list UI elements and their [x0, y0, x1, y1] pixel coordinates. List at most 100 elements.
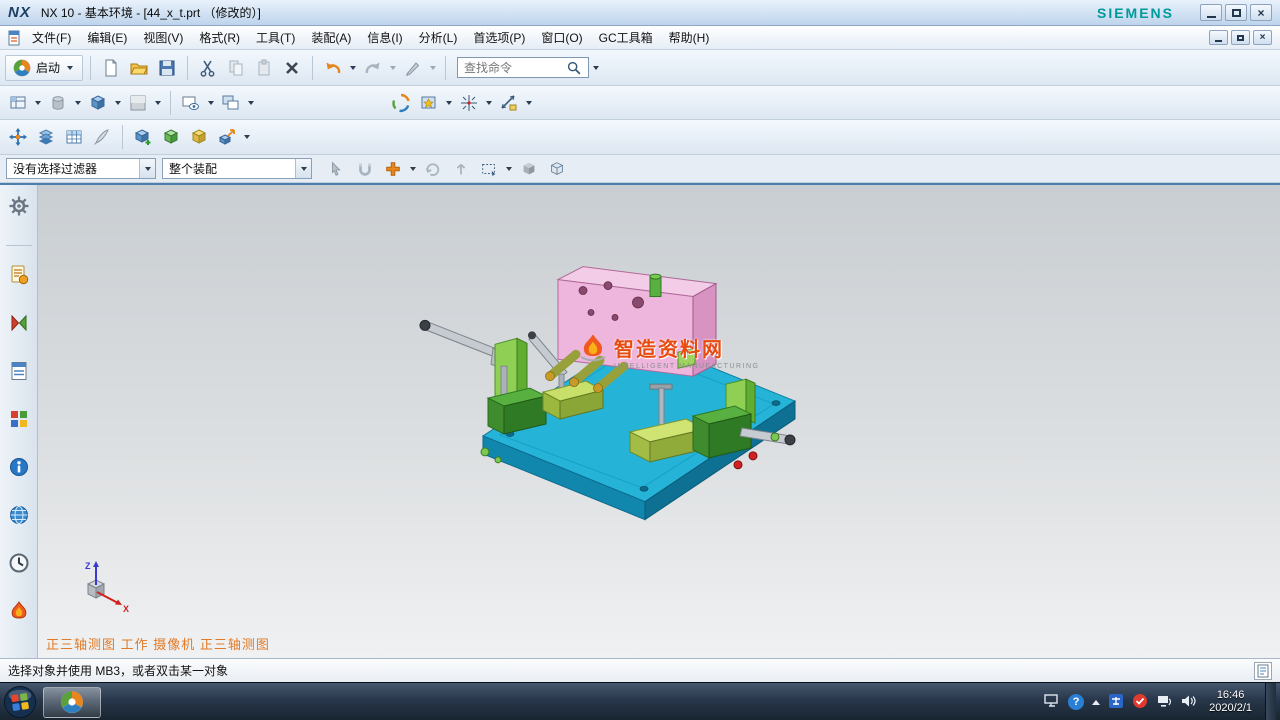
mirror-assembly-icon[interactable] — [186, 124, 212, 150]
window-layout-caret-icon[interactable] — [248, 101, 254, 105]
rectangle-select-caret-icon[interactable] — [506, 167, 512, 171]
maximize-button[interactable] — [1225, 4, 1247, 21]
rendering-style-caret-icon[interactable] — [75, 101, 81, 105]
background-caret-icon[interactable] — [155, 101, 161, 105]
fit-view-caret-icon[interactable] — [446, 101, 452, 105]
close-button[interactable]: × — [1250, 4, 1272, 21]
undo-caret-icon[interactable] — [350, 66, 356, 70]
search-caret-icon[interactable] — [593, 66, 599, 70]
measure-icon[interactable] — [496, 90, 522, 116]
new-file-icon[interactable] — [98, 55, 124, 81]
menu-edit[interactable]: 编辑(E) — [79, 26, 135, 49]
paste-icon[interactable] — [251, 55, 277, 81]
new-component-icon[interactable] — [158, 124, 184, 150]
show-wireframe-icon[interactable] — [544, 156, 570, 182]
select-scope-icon[interactable] — [324, 156, 350, 182]
tray-volume-icon[interactable] — [1180, 694, 1196, 711]
show-shaded-icon[interactable] — [516, 156, 542, 182]
reuse-library-icon[interactable] — [6, 406, 32, 432]
redo-caret-icon[interactable] — [390, 66, 396, 70]
highlight-add-caret-icon[interactable] — [410, 167, 416, 171]
graphics-window[interactable]: 智造资料网 INTELLIGENT MANUFACTURING Z X 正三轴测… — [38, 185, 1280, 658]
menu-information[interactable]: 信息(I) — [359, 26, 410, 49]
repeat-command-icon[interactable] — [400, 55, 426, 81]
assembly-navigator-icon[interactable] — [6, 262, 32, 288]
add-component-icon[interactable] — [130, 124, 156, 150]
menu-help[interactable]: 帮助(H) — [661, 26, 718, 49]
component-array-icon[interactable] — [61, 124, 87, 150]
hidden-icons-arrow[interactable] — [1092, 700, 1100, 705]
orient-view-caret-icon[interactable] — [35, 101, 41, 105]
exploded-view-icon[interactable] — [214, 124, 240, 150]
fit-view-icon[interactable] — [416, 90, 442, 116]
hd3d-tools-icon[interactable] — [6, 454, 32, 480]
shaded-view-icon[interactable] — [85, 90, 111, 116]
taskbar-clock[interactable]: 16:46 2020/2/1 — [1209, 689, 1252, 715]
snap-point-caret-icon[interactable] — [486, 101, 492, 105]
delete-icon[interactable] — [279, 55, 305, 81]
tray-pc-icon[interactable] — [1044, 694, 1060, 711]
save-icon[interactable] — [154, 55, 180, 81]
repeat-caret-icon[interactable] — [430, 66, 436, 70]
assembly-layers-icon[interactable] — [33, 124, 59, 150]
background-color-icon[interactable] — [125, 90, 151, 116]
web-browser-icon[interactable] — [6, 502, 32, 528]
menu-view[interactable]: 视图(V) — [135, 26, 191, 49]
deselect-all-icon[interactable] — [420, 156, 446, 182]
system-materials-icon[interactable] — [6, 598, 32, 624]
tray-security-icon[interactable] — [1132, 693, 1148, 712]
command-search-input[interactable] — [464, 61, 564, 75]
window-layout-icon[interactable] — [218, 90, 244, 116]
selection-scope-caret-icon[interactable] — [295, 159, 311, 178]
minimize-button[interactable] — [1200, 4, 1222, 21]
snap-point-icon[interactable] — [456, 90, 482, 116]
shaded-view-caret-icon[interactable] — [115, 101, 121, 105]
rectangle-select-icon[interactable] — [476, 156, 502, 182]
exploded-caret-icon[interactable] — [244, 135, 250, 139]
start-menu-button[interactable]: 启动 — [5, 55, 83, 81]
rotate-view-icon[interactable] — [388, 90, 414, 116]
menu-assembly[interactable]: 装配(A) — [303, 26, 359, 49]
part-navigator-icon[interactable] — [6, 358, 32, 384]
assembly-model[interactable] — [38, 185, 1280, 658]
cut-icon[interactable] — [195, 55, 221, 81]
constraint-navigator-icon[interactable] — [6, 310, 32, 336]
tray-help-icon[interactable]: ? — [1068, 694, 1084, 710]
search-icon[interactable] — [564, 58, 584, 78]
edit-suppression-icon[interactable] — [89, 124, 115, 150]
open-file-icon[interactable] — [126, 55, 152, 81]
menu-tools[interactable]: 工具(T) — [248, 26, 303, 49]
measure-caret-icon[interactable] — [526, 101, 532, 105]
show-hide-icon[interactable] — [178, 90, 204, 116]
copy-icon[interactable] — [223, 55, 249, 81]
menu-format[interactable]: 格式(R) — [191, 26, 248, 49]
snap-toggle-icon[interactable] — [352, 156, 378, 182]
highlight-add-icon[interactable] — [380, 156, 406, 182]
move-component-icon[interactable] — [5, 124, 31, 150]
mdi-restore-button[interactable] — [1231, 30, 1250, 45]
menu-file[interactable]: 文件(F) — [24, 26, 79, 49]
status-pane-icon[interactable] — [1254, 662, 1272, 680]
show-hide-caret-icon[interactable] — [208, 101, 214, 105]
history-icon[interactable] — [6, 550, 32, 576]
mdi-minimize-button[interactable] — [1209, 30, 1228, 45]
reselect-icon[interactable] — [448, 156, 474, 182]
mdi-close-button[interactable]: × — [1253, 30, 1272, 45]
start-orb-button[interactable] — [2, 684, 38, 720]
tray-ime-icon[interactable] — [1108, 693, 1124, 712]
selection-scope-combo[interactable]: 整个装配 — [162, 158, 312, 179]
tray-network-icon[interactable] — [1156, 694, 1172, 711]
redo-icon[interactable] — [360, 55, 386, 81]
menu-preferences[interactable]: 首选项(P) — [465, 26, 533, 49]
rendering-style-icon[interactable] — [45, 90, 71, 116]
selection-filter-caret-icon[interactable] — [139, 159, 155, 178]
undo-icon[interactable] — [320, 55, 346, 81]
taskbar-nx-button[interactable] — [43, 687, 101, 718]
show-desktop-button[interactable] — [1265, 683, 1276, 720]
roles-gear-icon[interactable] — [6, 193, 32, 219]
menu-gc-toolbox[interactable]: GC工具箱 — [591, 26, 661, 49]
menu-analysis[interactable]: 分析(L) — [411, 26, 466, 49]
selection-filter-combo[interactable]: 没有选择过滤器 — [6, 158, 156, 179]
orient-view-icon[interactable] — [5, 90, 31, 116]
orientation-triad[interactable]: Z X — [66, 558, 136, 620]
